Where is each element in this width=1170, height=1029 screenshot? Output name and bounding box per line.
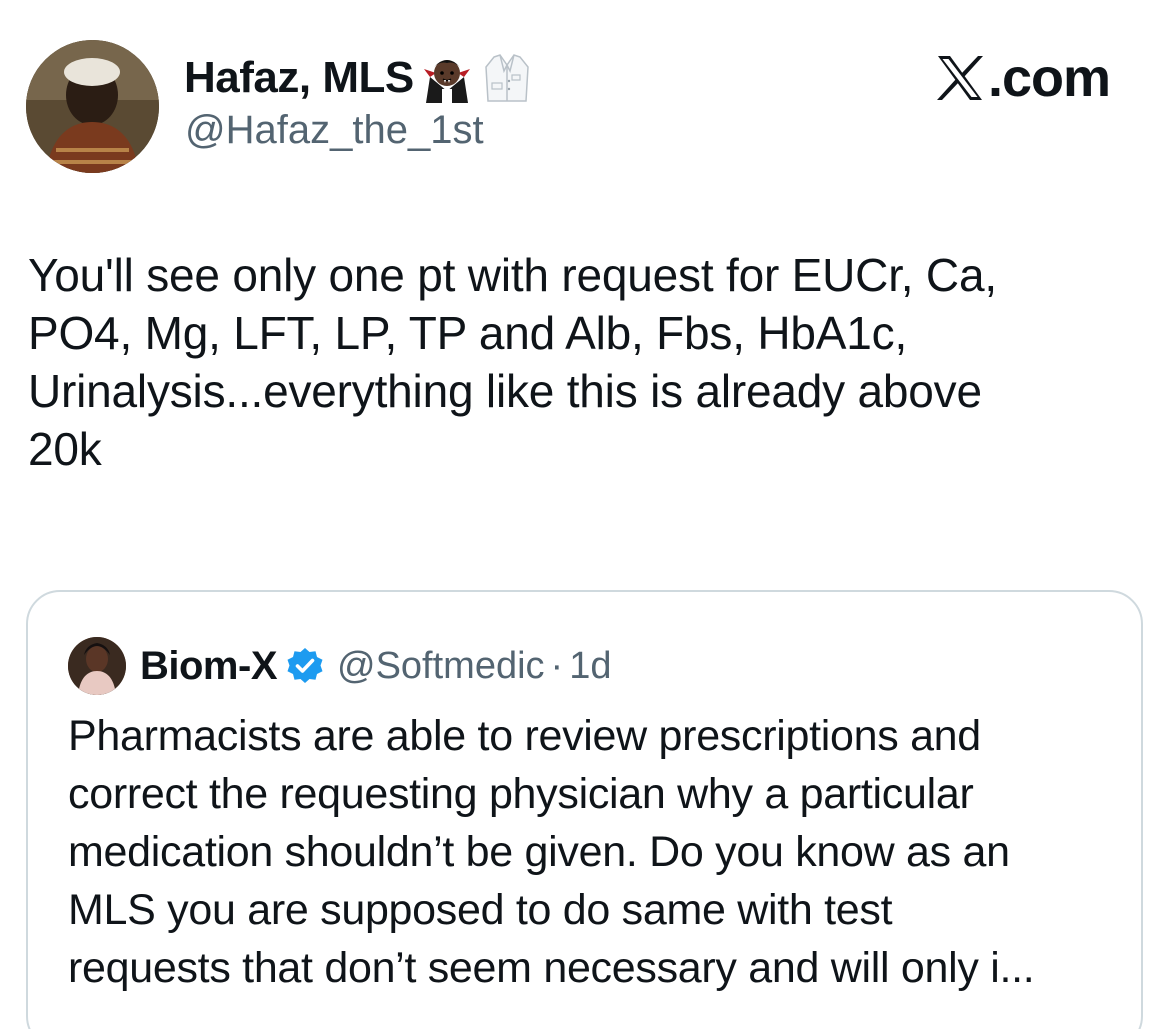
vampire-emoji-icon xyxy=(420,51,474,105)
lab-coat-emoji-icon xyxy=(480,51,534,105)
quoted-tweet-timestamp[interactable]: 1d xyxy=(569,645,611,688)
x-logo-icon xyxy=(934,52,986,104)
dot-separator: · xyxy=(550,644,564,687)
quoted-author-avatar[interactable] xyxy=(68,637,126,695)
quoted-author-display-name[interactable]: Biom-X xyxy=(140,644,278,689)
x-com-logo: .com xyxy=(934,48,1111,108)
quoted-tweet-header: Biom-X @Softmedic · 1d xyxy=(68,637,611,695)
tweet-text: You'll see only one pt with request for … xyxy=(28,249,997,475)
quoted-tweet-text: Pharmacists are able to review prescript… xyxy=(68,712,1035,992)
verified-badge-icon xyxy=(285,646,325,686)
author-display-name[interactable]: Hafaz, MLS xyxy=(184,53,414,103)
author-avatar-image xyxy=(26,40,159,173)
quoted-author-handle[interactable]: @Softmedic xyxy=(337,645,545,688)
quoted-tweet-card[interactable]: Biom-X @Softmedic · 1d Pharmacists are a… xyxy=(26,590,1143,1029)
x-com-label: .com xyxy=(987,48,1111,108)
author-name-row: Hafaz, MLS xyxy=(184,50,534,106)
author-handle[interactable]: @Hafaz_the_1st xyxy=(185,108,484,153)
author-avatar[interactable] xyxy=(26,40,159,173)
